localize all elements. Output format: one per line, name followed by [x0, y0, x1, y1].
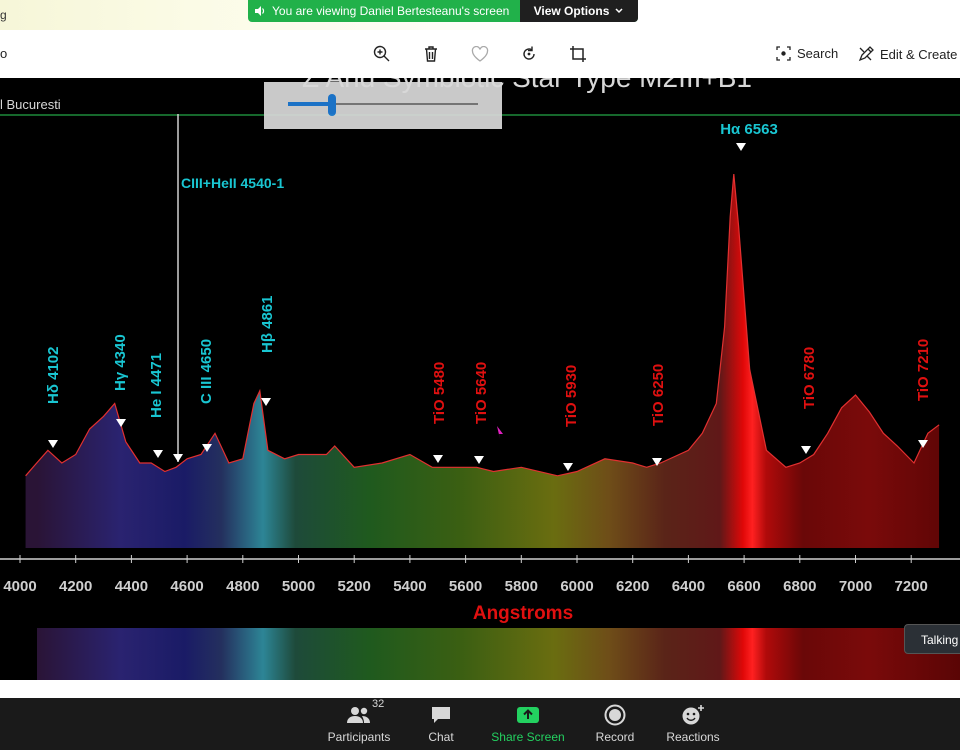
emission-line-label: Hγ 4340 [112, 334, 129, 391]
x-tick-label: 4600 [170, 578, 203, 595]
view-options-button[interactable]: View Options [520, 0, 638, 22]
zoom-slider-fill [288, 102, 332, 106]
share-screen-button[interactable]: Share Screen [490, 698, 566, 750]
line-marker-triangle [433, 455, 443, 463]
peak-label: Hα 6563 [720, 121, 778, 138]
x-tick-label: 5800 [505, 578, 538, 595]
reactions-button[interactable]: Reactions [664, 698, 722, 750]
line-marker-triangle [153, 450, 163, 458]
crop-icon[interactable] [566, 42, 590, 66]
x-tick-label: 6200 [616, 578, 649, 595]
x-tick-label: 6000 [560, 578, 593, 595]
mouse-cursor-icon [497, 426, 503, 439]
chat-icon [432, 707, 450, 723]
x-tick-label: 6400 [672, 578, 705, 595]
viewer-bottom-strip [0, 680, 960, 698]
share-screen-icon [517, 707, 539, 723]
tio-band-label: TiO 5480 [431, 362, 448, 424]
visual-search-icon [776, 46, 791, 61]
search-label: Search [797, 46, 839, 61]
spectrum-chart: Z And Symbiotic Star Type M2III+B1 l Buc… [0, 78, 960, 680]
x-tick-label: 6800 [783, 578, 816, 595]
edit-create-label: Edit & Create [880, 46, 958, 62]
participants-button[interactable]: 32 Participants [324, 698, 394, 750]
emission-line-label: C III 4650 [198, 339, 215, 404]
zoom-in-icon[interactable] [370, 42, 394, 66]
tio-band-label: TiO 7210 [915, 339, 932, 401]
chevron-down-icon [615, 8, 623, 14]
spectrum-line [25, 173, 940, 477]
x-tick-label: 4800 [226, 578, 259, 595]
participants-label: Participants [327, 730, 391, 744]
x-tick-label: 5000 [282, 578, 315, 595]
line-marker-triangle [801, 446, 811, 454]
zoom-slider-panel [264, 82, 502, 129]
emission-line-label: Hδ 4102 [45, 347, 62, 404]
x-tick-label: 4000 [3, 578, 36, 595]
favorite-icon[interactable] [468, 42, 492, 66]
delete-icon[interactable] [419, 42, 443, 66]
line-marker-triangle [736, 143, 746, 151]
x-tick-label: 4200 [59, 578, 92, 595]
spectrum-image: Z And Symbiotic Star Type M2III+B1 l Buc… [0, 78, 960, 680]
partial-left-label: o [0, 46, 8, 61]
zoom-slider-thumb[interactable] [327, 94, 336, 116]
record-button[interactable]: Record [590, 698, 640, 750]
photo-toolbar: o Search Edit & Create [0, 30, 960, 78]
participants-count: 32 [372, 698, 385, 710]
meeting-controls-bar: 32 Participants Chat Share Screen Record… [0, 698, 960, 750]
chat-button[interactable]: Chat [416, 698, 466, 750]
spectrum-strip [37, 628, 960, 680]
reactions-icon [682, 705, 704, 725]
chat-label: Chat [428, 730, 454, 744]
x-tick-label: 4400 [115, 578, 148, 595]
record-icon [604, 704, 626, 726]
x-tick-label: 7000 [839, 578, 872, 595]
view-options-label: View Options [533, 4, 610, 18]
partial-window-title: g [0, 8, 7, 22]
rotate-icon[interactable] [517, 42, 541, 66]
search-button[interactable]: Search [776, 46, 838, 61]
line-marker-triangle [474, 456, 484, 464]
x-tick-label: 5200 [338, 578, 371, 595]
reactions-label: Reactions [666, 730, 720, 744]
line-marker-triangle [48, 440, 58, 448]
tio-band-label: TiO 5930 [563, 365, 580, 427]
emission-line-label: He I 4471 [148, 353, 165, 418]
emission-line-label: Hβ 4861 [259, 295, 276, 353]
x-tick-label: 5600 [449, 578, 482, 595]
x-tick-label: 5400 [393, 578, 426, 595]
tio-band-label: TiO 5640 [473, 362, 490, 424]
talking-indicator: Talking [904, 624, 960, 654]
x-axis-label: Angstroms [473, 603, 573, 624]
x-tick-label: 6600 [727, 578, 760, 595]
record-label: Record [595, 730, 635, 744]
line-marker-triangle [173, 454, 183, 462]
share-screen-label: Share Screen [491, 730, 565, 744]
line-marker-triangle [563, 463, 573, 471]
marker-line-label: CIII+HeII 4540-1 [181, 175, 284, 191]
line-marker-triangle [261, 398, 271, 406]
edit-icon [858, 46, 874, 62]
observer-label: l Bucuresti [0, 97, 61, 112]
tio-band-label: TiO 6780 [801, 347, 818, 409]
speaker-icon [255, 6, 265, 16]
edit-create-button[interactable]: Edit & Create [858, 46, 957, 62]
tio-band-label: TiO 6250 [650, 364, 667, 426]
x-tick-label: 7200 [895, 578, 928, 595]
participants-icon [347, 707, 370, 723]
